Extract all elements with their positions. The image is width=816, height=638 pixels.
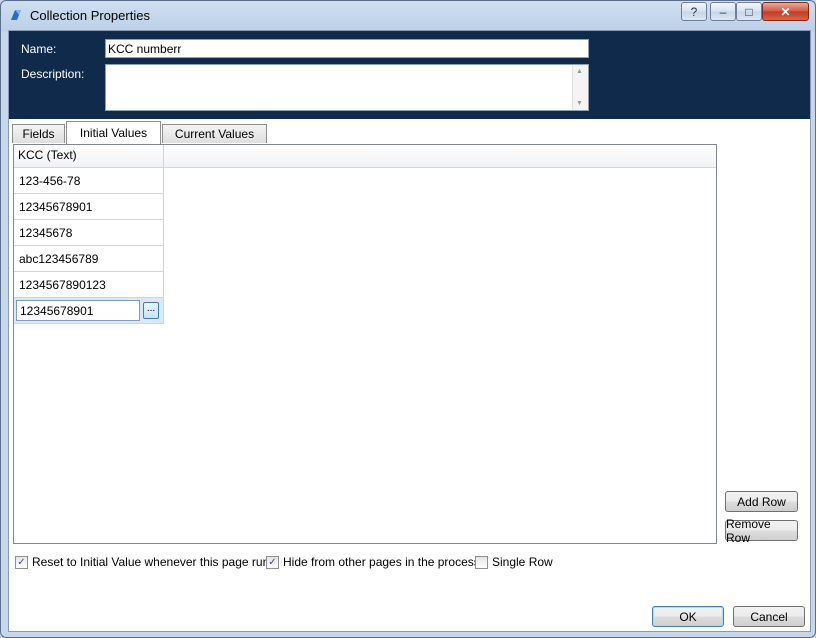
name-input[interactable]: KCC numberr bbox=[105, 39, 589, 58]
checkbox-checked-icon[interactable]: ✓ bbox=[266, 555, 279, 569]
grid-row-editing: 12345678901 ... bbox=[14, 298, 164, 324]
help-button[interactable]: ? bbox=[681, 2, 707, 21]
grid-header: KCC (Text) bbox=[14, 145, 716, 168]
window-title: Collection Properties bbox=[30, 8, 150, 23]
description-label: Description: bbox=[21, 67, 85, 81]
cell-edit-input[interactable]: 12345678901 bbox=[16, 300, 140, 321]
title-bar[interactable]: Collection Properties ? – □ ✕ bbox=[1, 1, 815, 29]
grid-row[interactable]: abc123456789 bbox=[14, 246, 164, 272]
app-icon bbox=[11, 10, 21, 20]
reset-initial-value-label: Reset to Initial Value whenever this pag… bbox=[32, 555, 276, 569]
remove-row-button[interactable]: Remove Row bbox=[725, 517, 798, 545]
ellipsis-button[interactable]: ... bbox=[143, 302, 159, 319]
description-textarea[interactable]: ▲ ▼ bbox=[105, 64, 589, 111]
single-row-label: Single Row bbox=[492, 555, 553, 569]
tab-current-values[interactable]: Current Values bbox=[162, 124, 267, 143]
hide-from-other-pages-label: Hide from other pages in the process bbox=[283, 555, 480, 569]
grid-row[interactable]: 12345678 bbox=[14, 220, 164, 246]
tab-initial-values[interactable]: Initial Values bbox=[66, 121, 161, 144]
cancel-button[interactable]: Cancel bbox=[733, 606, 805, 627]
dialog-body: Name: KCC numberr Description: ▲ ▼ Field… bbox=[8, 30, 811, 632]
minimize-button[interactable]: – bbox=[710, 2, 736, 21]
column-header-kcc[interactable]: KCC (Text) bbox=[14, 145, 164, 167]
collection-properties-window: Collection Properties ? – □ ✕ Name: KCC … bbox=[0, 0, 816, 638]
properties-header: Name: KCC numberr Description: ▲ ▼ bbox=[9, 31, 810, 119]
grid-row[interactable]: 12345678901 bbox=[14, 194, 164, 220]
tab-fields[interactable]: Fields bbox=[12, 124, 65, 143]
scroll-up-icon[interactable]: ▲ bbox=[576, 68, 583, 75]
initial-values-grid: KCC (Text) 123-456-78 12345678901 123456… bbox=[13, 144, 717, 544]
hide-from-other-pages-checkbox[interactable]: ✓ Hide from other pages in the process bbox=[266, 555, 480, 569]
grid-row[interactable]: 123-456-78 bbox=[14, 168, 164, 194]
close-button[interactable]: ✕ bbox=[762, 2, 809, 21]
grid-row[interactable]: 1234567890123 bbox=[14, 272, 164, 298]
maximize-button[interactable]: □ bbox=[736, 2, 762, 21]
add-row-button[interactable]: Add Row bbox=[725, 491, 798, 512]
single-row-checkbox[interactable]: Single Row bbox=[475, 555, 553, 569]
checkbox-checked-icon[interactable]: ✓ bbox=[15, 555, 28, 569]
name-label: Name: bbox=[21, 42, 57, 56]
scroll-down-icon[interactable]: ▼ bbox=[576, 100, 583, 107]
checkbox-unchecked-icon[interactable] bbox=[475, 555, 488, 569]
reset-initial-value-checkbox[interactable]: ✓ Reset to Initial Value whenever this p… bbox=[15, 555, 275, 569]
ok-button[interactable]: OK bbox=[652, 606, 724, 627]
description-scrollbar[interactable]: ▲ ▼ bbox=[572, 65, 588, 110]
